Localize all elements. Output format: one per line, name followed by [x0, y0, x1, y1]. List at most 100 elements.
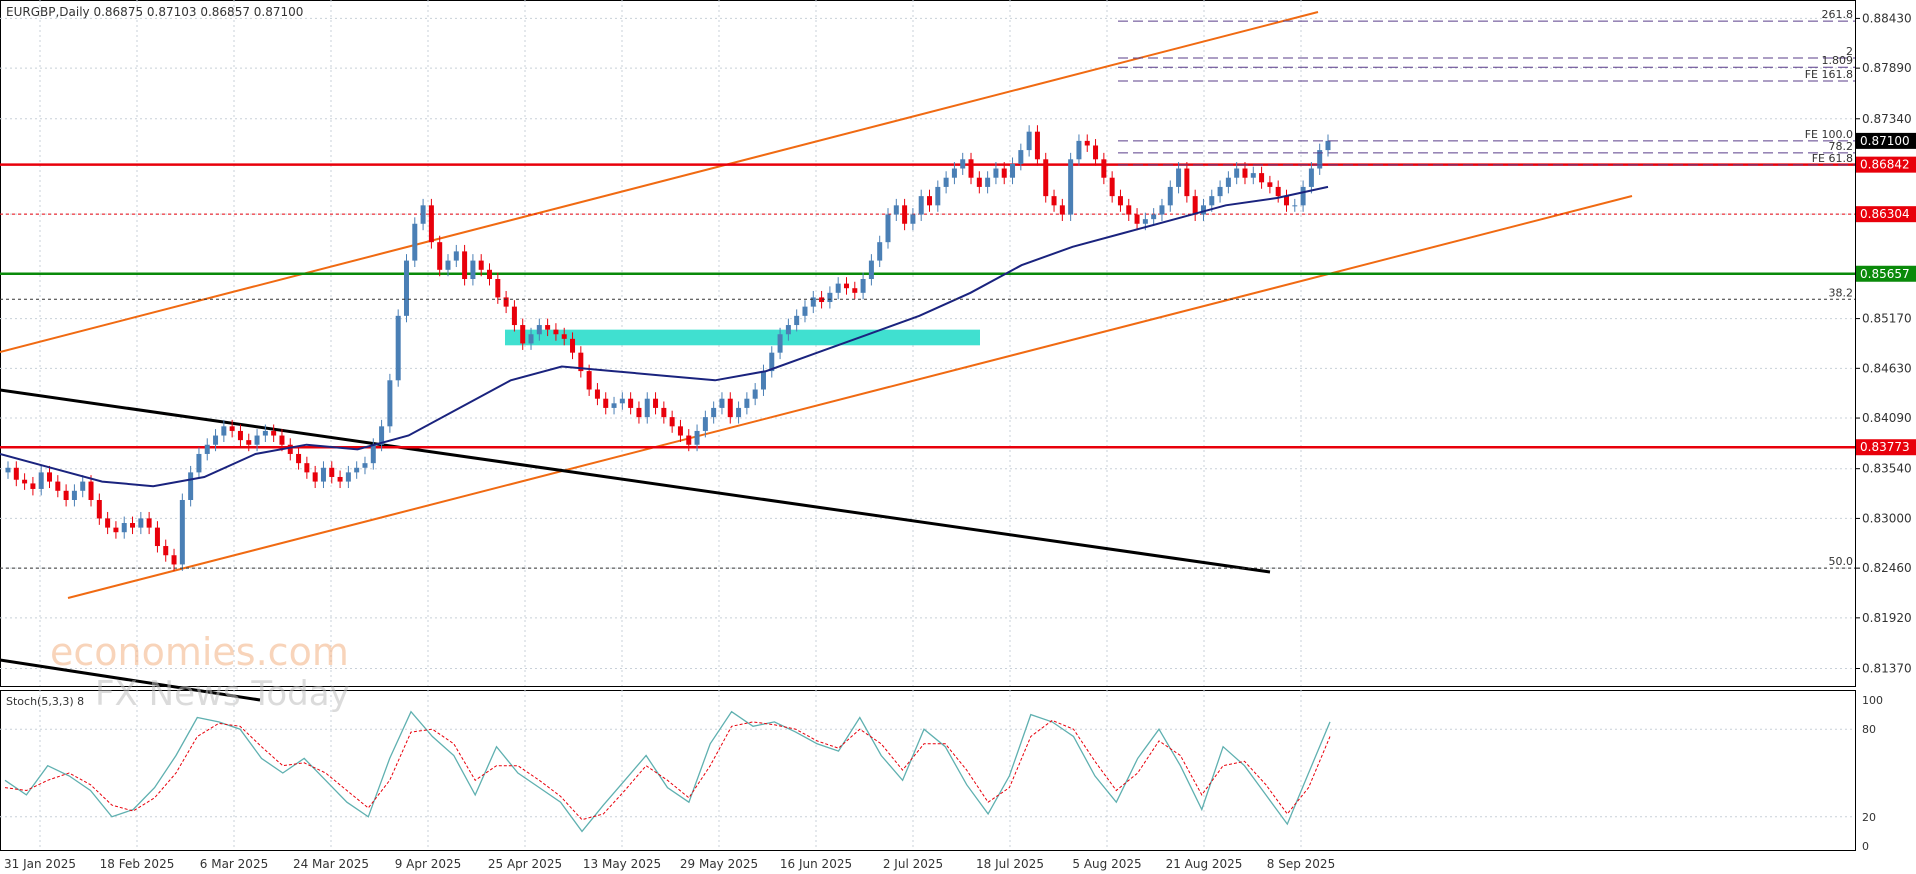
candle-body: [1242, 168, 1248, 178]
candle-body: [63, 490, 69, 500]
candle-body: [1126, 205, 1132, 215]
fib-label: 50.0: [1829, 555, 1854, 568]
overlay-lines: [0, 11, 1855, 702]
level-tag-label: 0.87100: [1860, 134, 1910, 148]
candle-body: [603, 398, 609, 408]
time-axis[interactable]: 31 Jan 2025 18 Feb 2025 6 Mar 2025 24 Mar 2…: [4, 857, 1335, 871]
candle-body: [495, 279, 501, 298]
candle-body: [196, 453, 202, 473]
candle-body: [653, 398, 659, 408]
y-tick-label: 0.83000: [1862, 511, 1912, 525]
y-tick-label: 0.87340: [1862, 112, 1912, 126]
candle-body: [1300, 186, 1306, 206]
candle-body: [204, 444, 210, 454]
candle-body: [130, 523, 136, 528]
x-tick-label: 21 Aug 2025: [1166, 857, 1243, 871]
demand-zone-rect: [505, 329, 980, 346]
candle-body: [395, 315, 401, 381]
candle-body: [752, 389, 758, 399]
candle-body: [38, 472, 44, 489]
candle-body: [105, 518, 111, 528]
candle-body: [354, 467, 360, 473]
candle-body: [877, 242, 883, 261]
candle-body: [918, 196, 924, 215]
candle-body: [661, 407, 667, 418]
candle-body: [5, 467, 11, 473]
stoch-level-label: 100: [1862, 694, 1883, 707]
x-tick-label: 31 Jan 2025: [4, 857, 76, 871]
candle-body: [80, 481, 86, 491]
candle-body: [677, 426, 683, 436]
candle-body: [262, 430, 268, 436]
grid: [0, 0, 1856, 851]
x-tick-label: 5 Aug 2025: [1072, 857, 1141, 871]
channel-lower-line: [67, 195, 1633, 599]
candle-body: [893, 205, 899, 215]
candle-body: [71, 490, 77, 500]
candle-body: [312, 472, 318, 482]
candle-body: [736, 407, 742, 418]
candle-body: [951, 168, 957, 178]
candle-body: [279, 435, 285, 445]
y-tick-label: 0.87890: [1862, 61, 1912, 75]
y-tick-label: 0.88430: [1862, 11, 1912, 25]
candle-body: [943, 177, 949, 187]
candle-body: [1167, 186, 1173, 206]
candle-body: [337, 476, 343, 482]
candle-body: [968, 159, 974, 178]
candle-body: [229, 426, 235, 431]
watermark-text: FX News Today: [95, 674, 350, 714]
candle-body: [403, 260, 409, 316]
candle-body: [1018, 150, 1024, 164]
price-axis[interactable]: 0.88430 0.87890 0.87340 0.86842 0.86304 0.856…: [1855, 11, 1916, 676]
candle-body: [1308, 168, 1314, 187]
candle-body: [1001, 168, 1007, 178]
candle-body: [644, 398, 650, 418]
candle-body: [428, 205, 434, 243]
candle-body: [271, 430, 277, 436]
candle-body: [1217, 186, 1223, 197]
candle-body: [304, 463, 310, 473]
candles: [5, 125, 1331, 571]
candle-body: [478, 260, 484, 270]
candle-body: [387, 380, 393, 427]
candle-body: [935, 186, 941, 206]
candle-body: [802, 306, 808, 316]
candle-body: [1142, 219, 1148, 224]
fibonacci-levels: 261.821.809FE 161.8FE 100.078.2FE 61.838…: [0, 8, 1855, 569]
candle-body: [179, 499, 185, 565]
candle-body: [362, 463, 368, 468]
stochastic-panel: 0 20 80 100: [0, 694, 1883, 853]
fib-label: FE 161.8: [1805, 68, 1853, 81]
candle-body: [320, 467, 326, 482]
x-tick-label: 8 Sep 2025: [1267, 857, 1335, 871]
candle-body: [794, 315, 800, 326]
candle-body: [561, 334, 567, 339]
stoch-level-label: 0: [1862, 840, 1869, 853]
candle-body: [287, 444, 293, 454]
candle-body: [619, 398, 625, 404]
candle-body: [1209, 196, 1215, 206]
candle-body: [1192, 196, 1198, 215]
candle-body: [1176, 168, 1182, 187]
candle-body: [669, 417, 675, 427]
level-tag-label: 0.83773: [1860, 440, 1910, 454]
stoch-level-label: 80: [1862, 723, 1876, 736]
candle-body: [976, 177, 982, 187]
candle-body: [636, 407, 642, 418]
stoch-signal-line: [4, 719, 1331, 821]
x-tick-label: 9 Apr 2025: [395, 857, 462, 871]
candle-body: [586, 371, 592, 390]
candle-body: [1043, 159, 1049, 197]
candle-body: [843, 283, 849, 289]
candle-body: [213, 435, 219, 445]
candle-body: [146, 518, 152, 528]
candle-body: [121, 523, 127, 533]
candle-body: [985, 177, 991, 187]
candle-body: [1283, 196, 1289, 206]
candle-body: [163, 546, 169, 556]
candle-body: [1076, 140, 1082, 160]
symbol-header: EURGBP,Daily 0.86875 0.87103 0.86857 0.8…: [6, 5, 303, 19]
candle-body: [171, 555, 177, 565]
fib-label: 1.809: [1822, 54, 1854, 67]
